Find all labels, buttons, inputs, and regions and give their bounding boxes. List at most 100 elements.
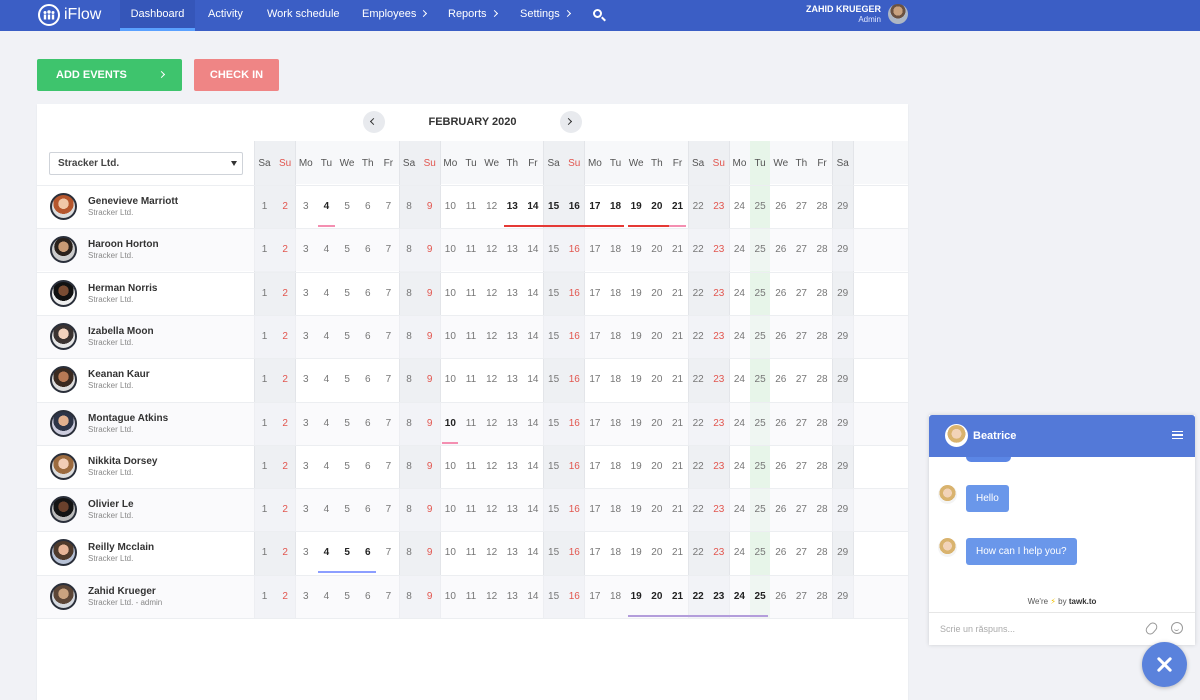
day-cell[interactable]: 23 <box>708 547 729 558</box>
day-cell[interactable]: 8 <box>399 244 420 255</box>
day-cell[interactable]: 23 <box>708 418 729 429</box>
employee-name[interactable]: Reilly Mcclain <box>88 542 154 553</box>
day-cell[interactable]: 18 <box>605 374 626 385</box>
day-cell[interactable]: 5 <box>337 288 358 299</box>
day-cell[interactable]: 21 <box>667 547 688 558</box>
day-cell[interactable]: 8 <box>399 288 420 299</box>
day-cell[interactable]: 15 <box>543 201 564 212</box>
day-cell[interactable]: 19 <box>626 547 647 558</box>
paperclip-icon[interactable] <box>1143 620 1160 637</box>
day-cell[interactable]: 9 <box>419 374 440 385</box>
day-cell[interactable]: 12 <box>481 288 502 299</box>
day-cell[interactable]: 25 <box>750 504 771 515</box>
day-cell[interactable]: 23 <box>708 374 729 385</box>
event-bar[interactable] <box>503 225 624 227</box>
day-cell[interactable]: 19 <box>626 418 647 429</box>
day-cell[interactable]: 7 <box>378 591 399 602</box>
day-cell[interactable]: 16 <box>564 288 585 299</box>
day-cell[interactable]: 6 <box>357 374 378 385</box>
day-cell[interactable]: 28 <box>812 461 833 472</box>
day-cell[interactable]: 17 <box>584 461 605 472</box>
day-cell[interactable]: 4 <box>316 504 337 515</box>
day-cell[interactable]: 16 <box>564 591 585 602</box>
day-cell[interactable]: 11 <box>461 374 482 385</box>
day-cell[interactable]: 9 <box>419 244 440 255</box>
day-cell[interactable]: 6 <box>357 288 378 299</box>
day-cell[interactable]: 16 <box>564 418 585 429</box>
day-cell[interactable]: 22 <box>688 244 709 255</box>
day-cell[interactable]: 5 <box>337 244 358 255</box>
day-cell[interactable]: 21 <box>667 288 688 299</box>
day-cell[interactable]: 12 <box>481 244 502 255</box>
day-cell[interactable]: 6 <box>357 504 378 515</box>
day-cell[interactable]: 29 <box>832 547 853 558</box>
day-cell[interactable]: 19 <box>626 504 647 515</box>
day-cell[interactable]: 16 <box>564 244 585 255</box>
day-cell[interactable]: 10 <box>440 374 461 385</box>
day-cell[interactable]: 11 <box>461 244 482 255</box>
day-cell[interactable]: 10 <box>440 201 461 212</box>
day-cell[interactable]: 6 <box>357 201 378 212</box>
day-cell[interactable]: 15 <box>543 374 564 385</box>
day-cell[interactable]: 18 <box>605 244 626 255</box>
day-cell[interactable]: 10 <box>440 461 461 472</box>
day-cell[interactable]: 18 <box>605 201 626 212</box>
day-cell[interactable]: 10 <box>440 244 461 255</box>
nav-item-work-schedule[interactable]: Work schedule <box>267 0 340 31</box>
day-cell[interactable]: 9 <box>419 591 440 602</box>
day-cell[interactable]: 22 <box>688 461 709 472</box>
day-cell[interactable]: 1 <box>254 461 275 472</box>
day-cell[interactable]: 3 <box>295 591 316 602</box>
day-cell[interactable]: 8 <box>399 418 420 429</box>
day-cell[interactable]: 15 <box>543 461 564 472</box>
day-cell[interactable]: 23 <box>708 288 729 299</box>
day-cell[interactable]: 29 <box>832 331 853 342</box>
day-cell[interactable]: 24 <box>729 374 750 385</box>
day-cell[interactable]: 20 <box>646 504 667 515</box>
day-cell[interactable]: 26 <box>770 547 791 558</box>
day-cell[interactable]: 4 <box>316 288 337 299</box>
day-cell[interactable]: 25 <box>750 331 771 342</box>
day-cell[interactable]: 2 <box>275 591 296 602</box>
day-cell[interactable]: 13 <box>502 418 523 429</box>
day-cell[interactable]: 22 <box>688 331 709 342</box>
employee-name[interactable]: Herman Norris <box>88 283 157 294</box>
employee-name[interactable]: Izabella Moon <box>88 326 154 337</box>
day-cell[interactable]: 22 <box>688 201 709 212</box>
day-cell[interactable]: 27 <box>791 418 812 429</box>
day-cell[interactable]: 20 <box>646 331 667 342</box>
event-bar[interactable] <box>627 614 769 617</box>
day-cell[interactable]: 6 <box>357 244 378 255</box>
day-cell[interactable]: 18 <box>605 547 626 558</box>
day-cell[interactable]: 20 <box>646 461 667 472</box>
day-cell[interactable]: 20 <box>646 244 667 255</box>
day-cell[interactable]: 21 <box>667 418 688 429</box>
day-cell[interactable]: 28 <box>812 331 833 342</box>
day-cell[interactable]: 12 <box>481 331 502 342</box>
employee-name[interactable]: Nikkita Dorsey <box>88 456 157 467</box>
day-cell[interactable]: 17 <box>584 201 605 212</box>
day-cell[interactable]: 5 <box>337 418 358 429</box>
day-cell[interactable]: 26 <box>770 504 791 515</box>
day-cell[interactable]: 22 <box>688 547 709 558</box>
day-cell[interactable]: 27 <box>791 547 812 558</box>
day-cell[interactable]: 28 <box>812 504 833 515</box>
day-cell[interactable]: 18 <box>605 331 626 342</box>
day-cell[interactable]: 1 <box>254 244 275 255</box>
day-cell[interactable]: 27 <box>791 201 812 212</box>
day-cell[interactable]: 24 <box>729 461 750 472</box>
day-cell[interactable]: 24 <box>729 547 750 558</box>
nav-item-employees[interactable]: Employees <box>362 0 428 31</box>
day-cell[interactable]: 20 <box>646 547 667 558</box>
day-cell[interactable]: 9 <box>419 331 440 342</box>
day-cell[interactable]: 29 <box>832 201 853 212</box>
day-cell[interactable]: 7 <box>378 244 399 255</box>
day-cell[interactable]: 1 <box>254 591 275 602</box>
day-cell[interactable]: 2 <box>275 201 296 212</box>
day-cell[interactable]: 3 <box>295 288 316 299</box>
day-cell[interactable]: 12 <box>481 504 502 515</box>
day-cell[interactable]: 14 <box>522 547 543 558</box>
day-cell[interactable]: 3 <box>295 461 316 472</box>
employee-avatar[interactable] <box>50 452 77 480</box>
day-cell[interactable]: 19 <box>626 331 647 342</box>
